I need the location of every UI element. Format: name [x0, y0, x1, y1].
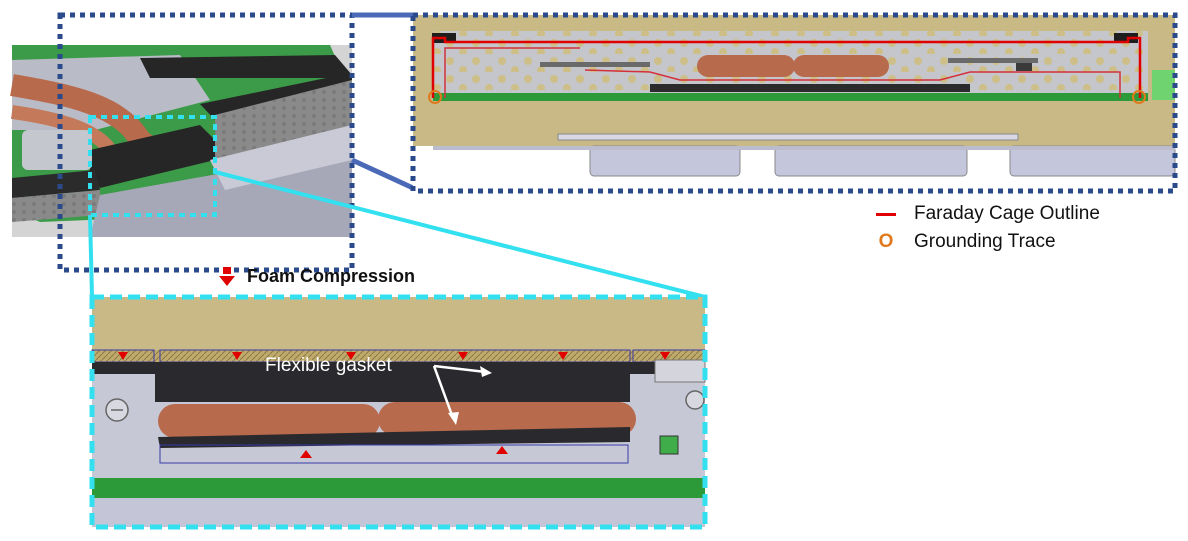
grounding-circle-icon: O	[878, 231, 894, 252]
cross-heatpipe-1	[697, 55, 795, 77]
legend-faraday-label: Faraday Cage Outline	[914, 203, 1100, 224]
flexible-gasket-label: Flexible gasket	[265, 355, 392, 376]
cross-section-view	[413, 15, 1176, 191]
down-arrow-icon	[219, 275, 235, 286]
detail-lid	[92, 297, 705, 351]
diagram-canvas	[10, 12, 1178, 530]
legend-faraday: Faraday Cage Outline	[876, 201, 1100, 227]
callout-line-bottom	[350, 157, 415, 191]
iso-view	[10, 45, 352, 237]
faraday-line-icon	[876, 212, 896, 216]
detail-pcb	[92, 478, 705, 498]
detail-gasket	[155, 362, 630, 402]
detail-heatpipe-1	[158, 404, 380, 438]
foam-compression-text: Foam Compression	[247, 266, 416, 286]
cross-heatpipe-2	[793, 55, 889, 77]
legend-grounding-label: Grounding Trace	[914, 231, 1056, 252]
cyan-line-left	[88, 214, 94, 298]
detail-view	[91, 297, 706, 527]
legend-grounding: O Grounding Trace	[876, 229, 1056, 255]
foam-compression-label: Foam Compression	[219, 266, 415, 287]
cross-pcb	[433, 93, 1148, 101]
